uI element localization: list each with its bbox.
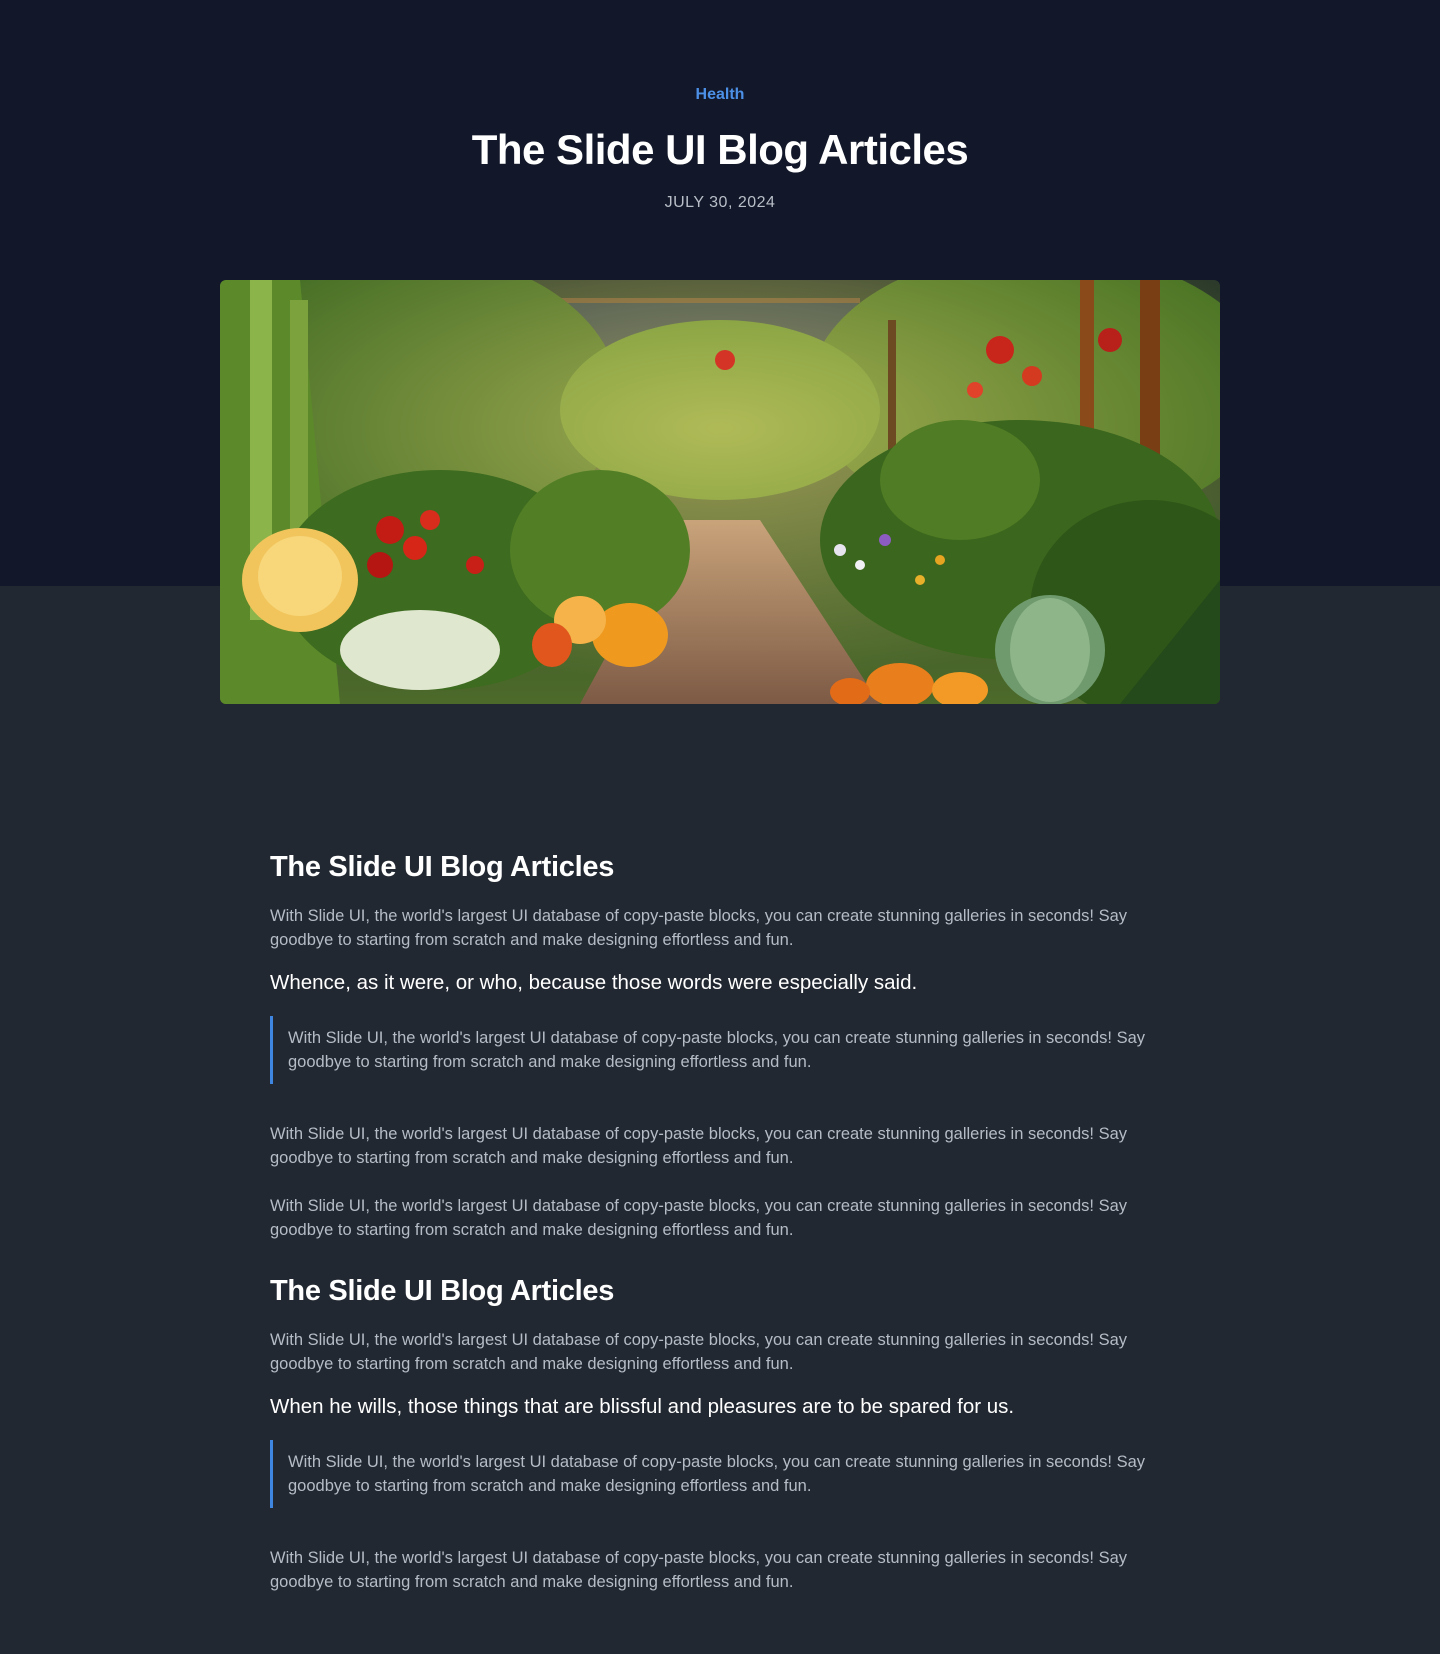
paragraph: With Slide UI, the world's largest UI da… (270, 1549, 1128, 1591)
section-heading: The Slide UI Blog Articles (270, 1275, 615, 1307)
section-heading: The Slide UI Blog Articles (270, 851, 615, 883)
section-subheading: When he wills, those things that are bli… (270, 1395, 1015, 1418)
publish-date: JULY 30, 2024 (664, 194, 776, 211)
paragraph: With Slide UI, the world's largest UI da… (270, 1125, 1128, 1167)
page-title: The Slide UI Blog Articles (471, 126, 969, 173)
paragraph: With Slide UI, the world's largest UI da… (270, 1197, 1128, 1239)
blockquote: With Slide UI, the world's largest UI da… (270, 1440, 1170, 1508)
article-body: The Slide UI Blog Articles With Slide UI… (270, 848, 1170, 1610)
section-subheading: Whence, as it were, or who, because thos… (270, 971, 918, 994)
blockquote: With Slide UI, the world's largest UI da… (270, 1016, 1170, 1084)
garden-illustration (220, 280, 1220, 704)
hero-image-garden (220, 280, 1220, 704)
category-link[interactable]: Health (0, 86, 1440, 104)
section-intro: With Slide UI, the world's largest UI da… (270, 907, 1128, 949)
section-intro: With Slide UI, the world's largest UI da… (270, 1331, 1128, 1373)
